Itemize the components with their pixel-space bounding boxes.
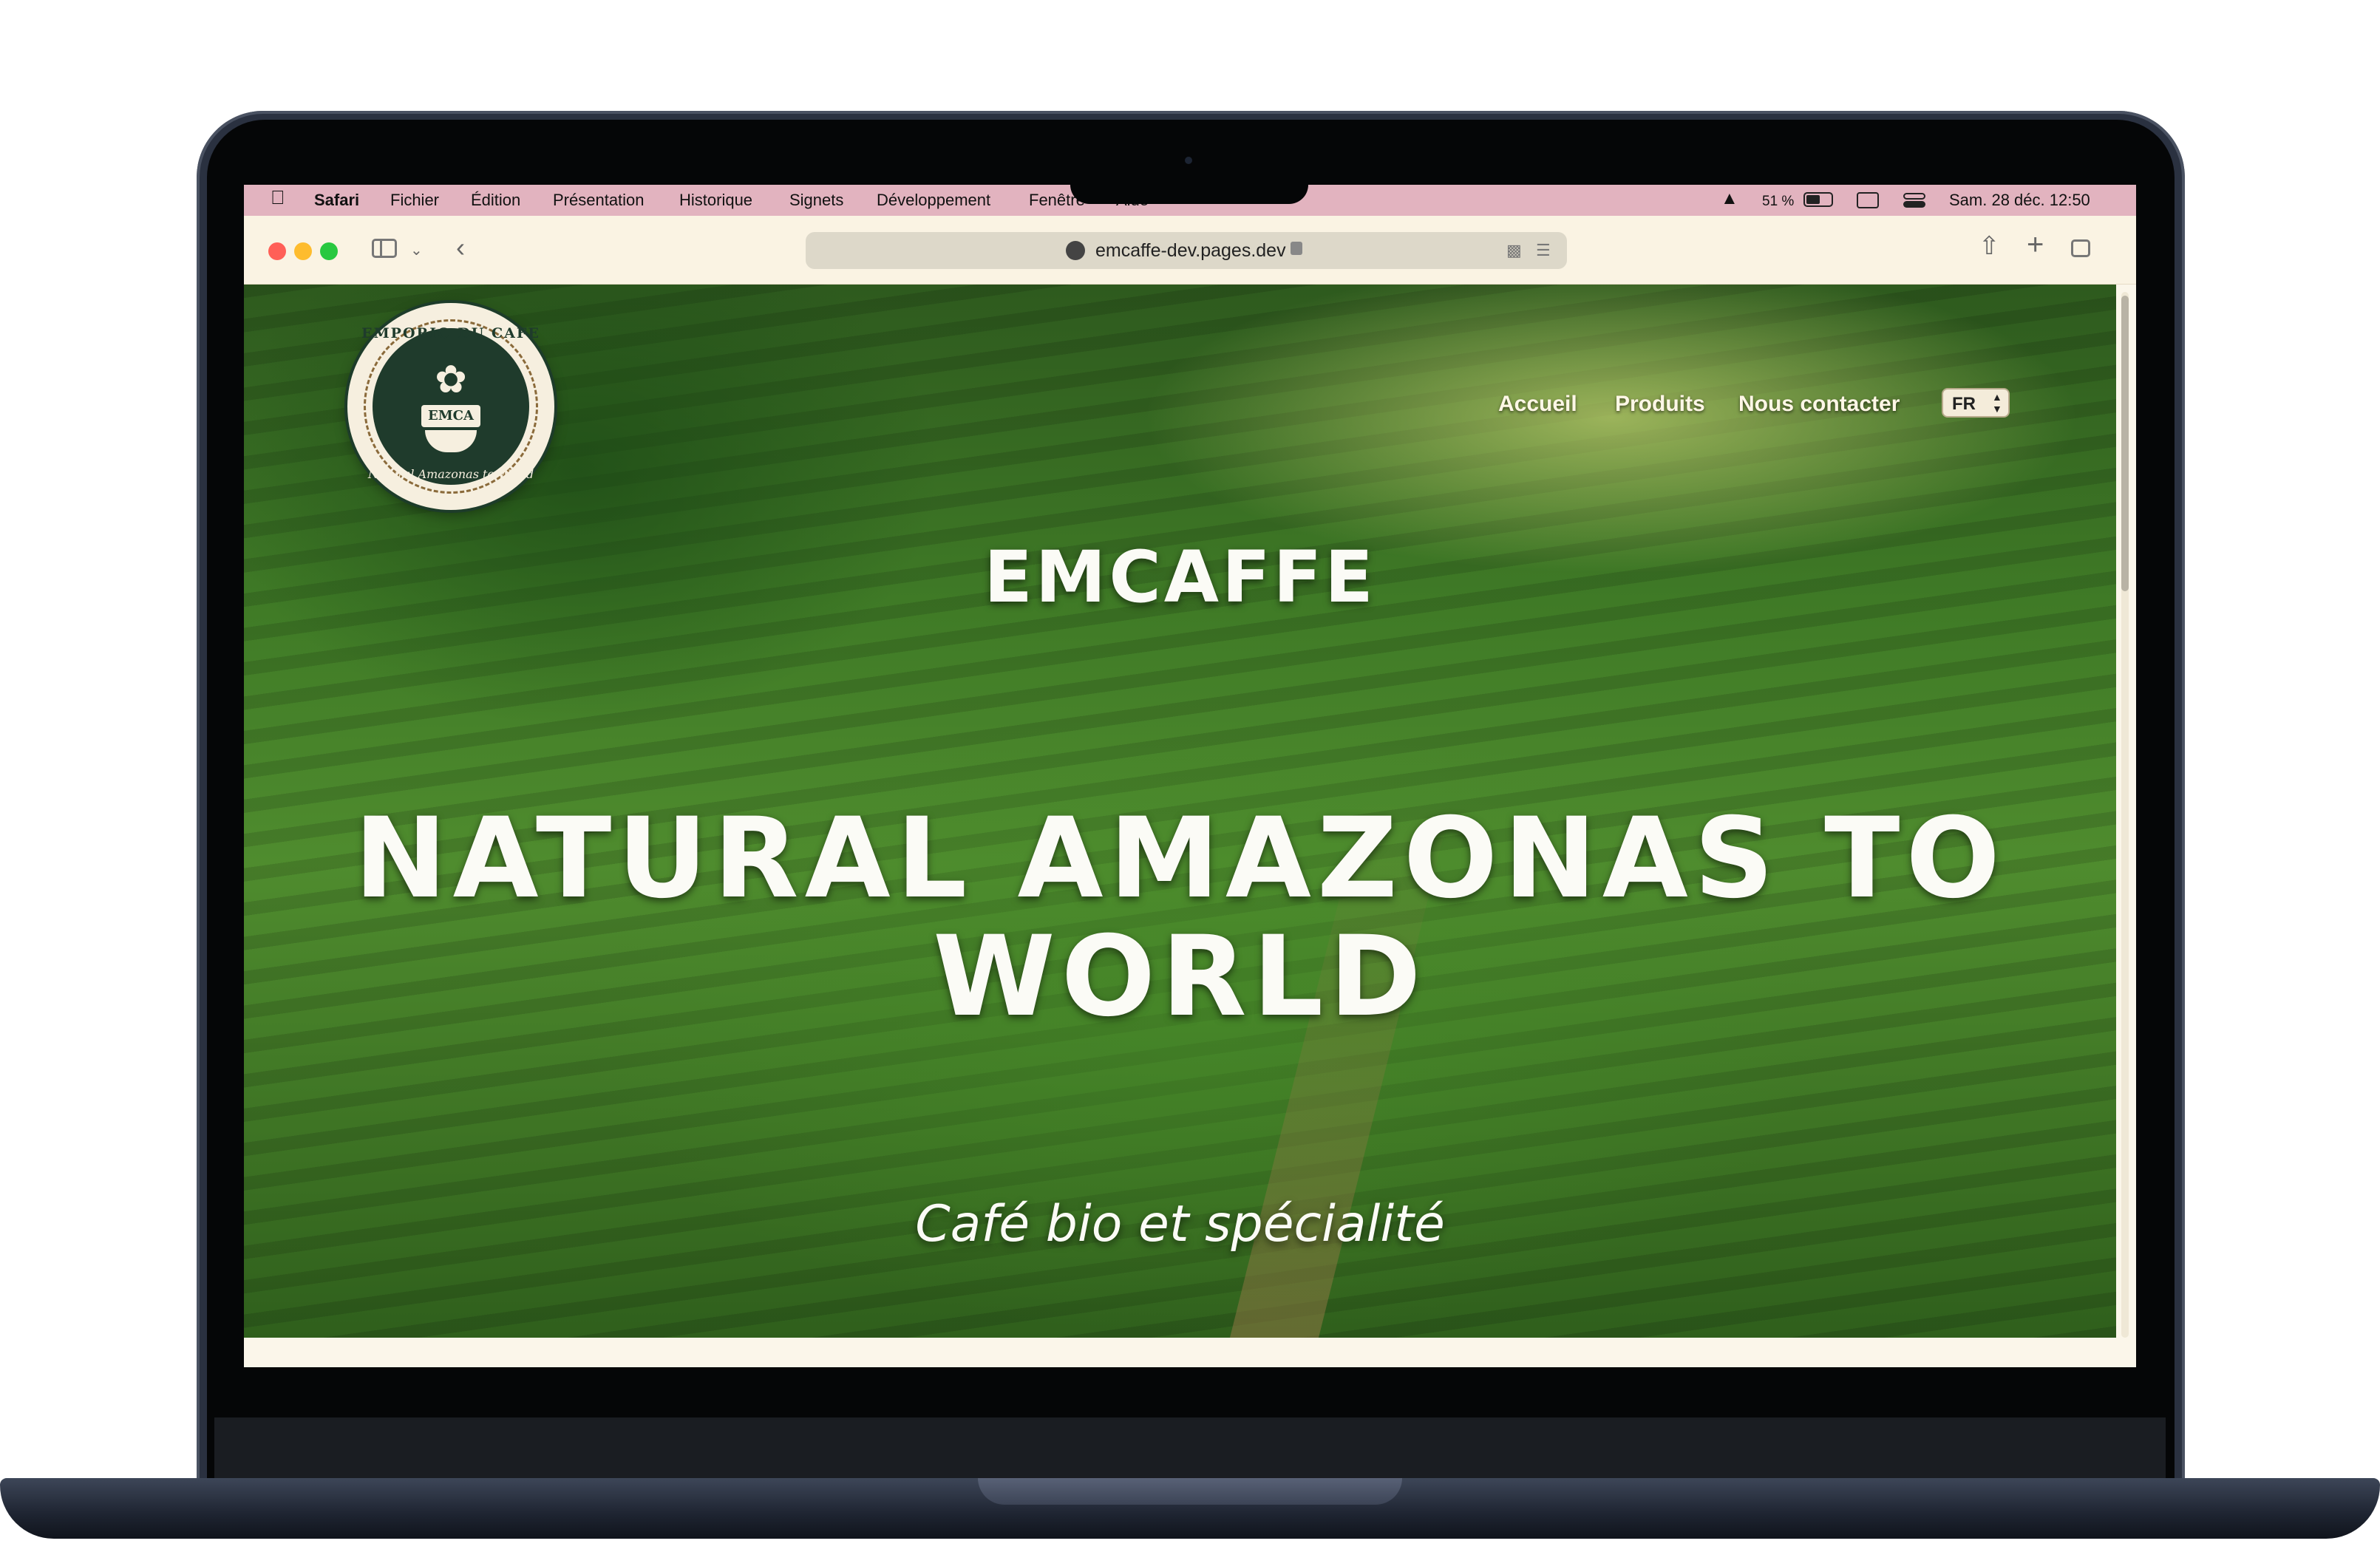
share-icon[interactable]: ⇧ <box>1979 234 2000 259</box>
menu-fichier[interactable]: Fichier <box>390 192 439 208</box>
headline-line-2: WORLD <box>933 913 1427 1041</box>
coffee-plant-icon: ✿ <box>435 358 467 401</box>
nav-accueil[interactable]: Accueil <box>1498 392 1577 417</box>
back-chevron-icon[interactable]: ‹ <box>456 234 465 261</box>
scrollbar-thumb[interactable] <box>2121 296 2129 591</box>
select-arrows-icon: ▲ ▼ <box>1992 391 2002 415</box>
menu-developpement[interactable]: Développement <box>877 192 990 208</box>
camera-notch <box>1070 133 1308 204</box>
menu-signets[interactable]: Signets <box>789 192 843 208</box>
address-bar[interactable]: emcaffe-dev.pages.dev ▩ ☰ <box>806 232 1567 269</box>
tab-overview-icon[interactable] <box>2071 239 2090 257</box>
site-favicon-icon <box>1066 241 1085 260</box>
hero-video-section: EMPORIO DU CAFE ✿ EMCA Natural Amazonas … <box>244 285 2116 1338</box>
logo-top-text: EMPORIO DU CAFE <box>361 325 540 341</box>
zoom-window-button[interactable] <box>320 242 338 260</box>
battery-icon[interactable] <box>1803 192 1833 207</box>
translate-icon[interactable]: ▩ <box>1506 241 1522 260</box>
safari-toolbar: ⌄ ‹ emcaffe-dev.pages.dev ▩ ☰ ⇧ + <box>244 216 2136 285</box>
lid-opening-notch <box>978 1478 1402 1505</box>
page-content-below-hero <box>244 1338 2116 1367</box>
menu-edition[interactable]: Édition <box>471 192 520 208</box>
menu-historique[interactable]: Historique <box>679 192 752 208</box>
bezel-bottom <box>214 1417 2166 1478</box>
nav-nous-contacter[interactable]: Nous contacter <box>1738 392 1900 417</box>
headline-line-1: NATURAL AMAZONAS TO <box>354 794 2006 923</box>
sidebar-toggle-icon[interactable] <box>372 239 397 258</box>
screen:  Safari Fichier Édition Présentation Hi… <box>244 185 2136 1367</box>
lock-icon <box>1291 242 1302 255</box>
tagline: Café bio et spécialité <box>915 1195 1445 1253</box>
language-select[interactable]: FR ▲ ▼ <box>1942 388 2010 418</box>
battery-percent: 51 % <box>1762 194 1795 209</box>
logo-bottom-text: Natural Amazonas to World <box>367 467 534 481</box>
camera-icon <box>1185 157 1192 164</box>
tab-groups-chevron-icon[interactable]: ⌄ <box>410 239 423 262</box>
site-logo[interactable]: EMPORIO DU CAFE ✿ EMCA Natural Amazonas … <box>347 303 554 510</box>
keyboard-input-icon[interactable] <box>1857 192 1879 208</box>
menubar-clock[interactable]: Sam. 28 déc. 12:50 <box>1949 192 2090 208</box>
drive-icon[interactable]: ▲ <box>1721 190 1738 208</box>
new-tab-icon[interactable]: + <box>2027 230 2044 259</box>
close-window-button[interactable] <box>268 242 286 260</box>
nav-produits[interactable]: Produits <box>1615 392 1705 417</box>
logo-center-text: EMCA <box>421 405 480 427</box>
control-center-icon[interactable] <box>1903 191 1925 209</box>
menu-app-name[interactable]: Safari <box>314 192 359 208</box>
url-text: emcaffe-dev.pages.dev <box>1095 240 1286 261</box>
menu-presentation[interactable]: Présentation <box>553 192 645 208</box>
minimize-window-button[interactable] <box>294 242 312 260</box>
language-value: FR <box>1952 394 1976 414</box>
reader-view-icon[interactable]: ☰ <box>1536 241 1551 260</box>
apple-menu-icon[interactable]:  <box>271 188 285 207</box>
brand-title: EMCAFFE <box>984 536 1376 619</box>
